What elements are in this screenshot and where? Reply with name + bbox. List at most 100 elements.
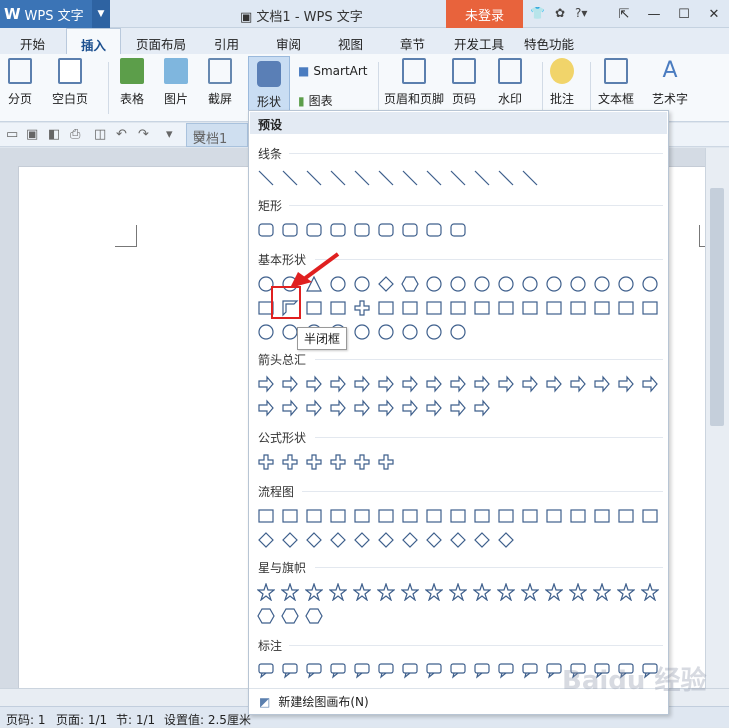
shape-item-rrect[interactable] bbox=[377, 221, 395, 239]
shape-item-circ[interactable] bbox=[425, 323, 443, 341]
shape-item-rect[interactable] bbox=[377, 299, 395, 317]
shape-item-plus[interactable] bbox=[281, 453, 299, 471]
shape-item-rrect[interactable] bbox=[329, 221, 347, 239]
shape-item-star[interactable] bbox=[257, 583, 275, 601]
shape-item-arrow[interactable] bbox=[521, 375, 539, 393]
shape-item-line[interactable] bbox=[257, 169, 275, 187]
shape-item-hex[interactable] bbox=[281, 607, 299, 625]
shape-item-arrow[interactable] bbox=[425, 399, 443, 417]
smartart-button[interactable]: ■ SmartArt bbox=[298, 64, 368, 78]
shape-item-rect[interactable] bbox=[545, 299, 563, 317]
tab-page-layout[interactable]: 页面布局 bbox=[136, 34, 186, 53]
picture-button[interactable]: 图片 bbox=[164, 58, 188, 107]
shape-item-rect[interactable] bbox=[425, 507, 443, 525]
shape-item-line[interactable] bbox=[377, 169, 395, 187]
shape-item-star[interactable] bbox=[329, 583, 347, 601]
shape-item-callout[interactable] bbox=[377, 661, 395, 679]
shape-item-plus[interactable] bbox=[329, 453, 347, 471]
shape-item-star[interactable] bbox=[281, 583, 299, 601]
tab-developer[interactable]: 开发工具 bbox=[454, 34, 504, 53]
shape-item-hex[interactable] bbox=[401, 275, 419, 293]
tab-references[interactable]: 引用 bbox=[214, 34, 239, 53]
shape-item-arrow[interactable] bbox=[401, 375, 419, 393]
shape-item-star[interactable] bbox=[401, 583, 419, 601]
shape-item-diam[interactable] bbox=[449, 531, 467, 549]
shape-item-rect[interactable] bbox=[497, 507, 515, 525]
shape-item-circ[interactable] bbox=[353, 323, 371, 341]
shape-item-callout[interactable] bbox=[425, 661, 443, 679]
shape-item-circ[interactable] bbox=[353, 275, 371, 293]
tab-home[interactable]: 开始 bbox=[20, 34, 45, 53]
shape-item-diam[interactable] bbox=[473, 531, 491, 549]
app-menu-button[interactable]: W WPS 文字 ▼ bbox=[0, 0, 110, 28]
shape-item-arrow[interactable] bbox=[305, 399, 323, 417]
shape-item-arrow[interactable] bbox=[257, 399, 275, 417]
shape-item-circ[interactable] bbox=[569, 275, 587, 293]
shape-item-plus[interactable] bbox=[305, 453, 323, 471]
shape-item-arrow[interactable] bbox=[401, 399, 419, 417]
shape-item-rect[interactable] bbox=[521, 299, 539, 317]
shape-item-rect[interactable] bbox=[569, 299, 587, 317]
shape-item-star[interactable] bbox=[617, 583, 635, 601]
tab-chapter[interactable]: 章节 bbox=[400, 34, 425, 53]
redo-icon[interactable]: ↷ bbox=[138, 127, 149, 142]
shape-item-diam[interactable] bbox=[425, 531, 443, 549]
maximize-button[interactable]: ☐ bbox=[669, 0, 699, 28]
shape-item-circ[interactable] bbox=[473, 275, 491, 293]
shape-item-arrow[interactable] bbox=[497, 375, 515, 393]
shape-item-rect[interactable] bbox=[641, 299, 659, 317]
shape-item-rect[interactable] bbox=[569, 507, 587, 525]
shape-item-star[interactable] bbox=[353, 583, 371, 601]
shape-item-diam[interactable] bbox=[377, 275, 395, 293]
shape-item-line[interactable] bbox=[329, 169, 347, 187]
shape-item-rect[interactable] bbox=[449, 507, 467, 525]
shape-item-callout[interactable] bbox=[401, 661, 419, 679]
skin-icon[interactable]: 👕 bbox=[530, 6, 545, 20]
shape-item-diam[interactable] bbox=[377, 531, 395, 549]
shape-item-circ[interactable] bbox=[545, 275, 563, 293]
shape-item-callout[interactable] bbox=[473, 661, 491, 679]
shape-item-rrect[interactable] bbox=[257, 221, 275, 239]
shape-item-arrow[interactable] bbox=[617, 375, 635, 393]
dropdown-icon[interactable]: ▾ bbox=[166, 127, 173, 142]
shape-item-diam[interactable] bbox=[353, 531, 371, 549]
shape-item-rrect[interactable] bbox=[281, 221, 299, 239]
shape-item-line[interactable] bbox=[401, 169, 419, 187]
tab-special[interactable]: 特色功能 bbox=[524, 34, 574, 53]
shape-item-diam[interactable] bbox=[497, 531, 515, 549]
shape-item-callout[interactable] bbox=[521, 661, 539, 679]
restore-window-icon[interactable]: ⇱ bbox=[609, 0, 639, 28]
shape-item-arrow[interactable] bbox=[641, 375, 659, 393]
tab-view[interactable]: 视图 bbox=[338, 34, 363, 53]
shape-item-circ[interactable] bbox=[521, 275, 539, 293]
shape-item-arrow[interactable] bbox=[425, 375, 443, 393]
pdf-icon[interactable]: ◧ bbox=[48, 127, 60, 142]
shape-item-arrow[interactable] bbox=[353, 399, 371, 417]
shape-item-rrect[interactable] bbox=[305, 221, 323, 239]
shape-item-rect[interactable] bbox=[545, 507, 563, 525]
shape-button[interactable]: 形状 bbox=[248, 56, 290, 112]
textbox-button[interactable]: 文本框 bbox=[598, 58, 634, 107]
open-icon[interactable]: ▭ bbox=[6, 127, 18, 142]
help-icon[interactable]: ?▾ bbox=[575, 6, 587, 20]
shape-item-plus[interactable] bbox=[377, 453, 395, 471]
screenshot-button[interactable]: 截屏 bbox=[208, 58, 232, 107]
shape-item-circ[interactable] bbox=[641, 275, 659, 293]
shape-item-line[interactable] bbox=[473, 169, 491, 187]
shape-item-rect[interactable] bbox=[593, 507, 611, 525]
login-button[interactable]: 未登录 bbox=[446, 0, 523, 28]
shape-item-hex[interactable] bbox=[305, 607, 323, 625]
shape-item-arrow[interactable] bbox=[329, 375, 347, 393]
shape-item-diam[interactable] bbox=[305, 531, 323, 549]
shape-item-callout[interactable] bbox=[329, 661, 347, 679]
shape-item-rrect[interactable] bbox=[425, 221, 443, 239]
shape-item-diam[interactable] bbox=[329, 531, 347, 549]
shape-item-plus[interactable] bbox=[353, 453, 371, 471]
shape-item-star[interactable] bbox=[641, 583, 659, 601]
shape-item-arrow[interactable] bbox=[473, 399, 491, 417]
shape-item-arrow[interactable] bbox=[569, 375, 587, 393]
shape-item-rect[interactable] bbox=[521, 507, 539, 525]
shape-item-line[interactable] bbox=[305, 169, 323, 187]
shape-item-star[interactable] bbox=[569, 583, 587, 601]
shape-item-callout[interactable] bbox=[497, 661, 515, 679]
